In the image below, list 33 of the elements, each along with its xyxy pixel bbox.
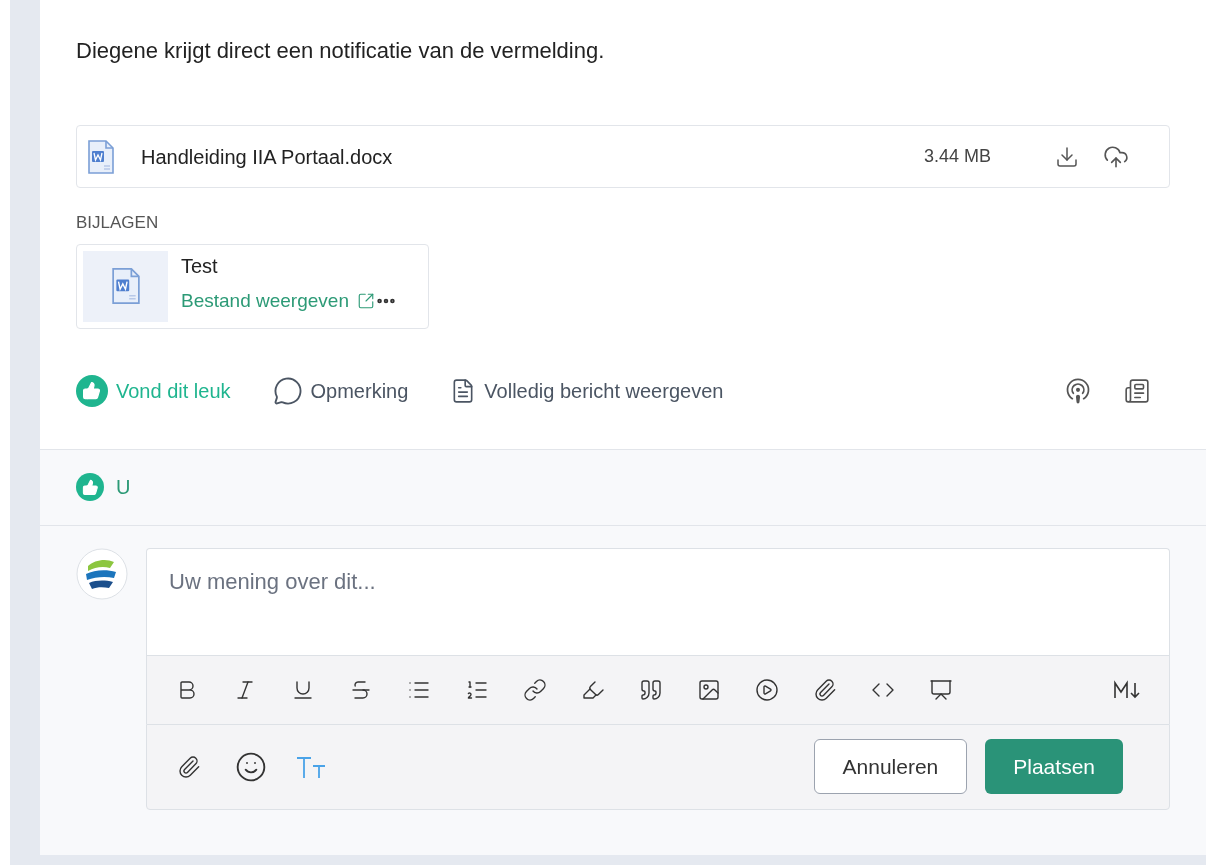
- attachment-title: Test: [181, 253, 219, 279]
- file-size: 3.44 MB: [923, 145, 991, 168]
- comment-input[interactable]: Uw mening over dit...: [146, 547, 1170, 655]
- cloud-upload-button[interactable]: [1103, 143, 1129, 170]
- view-button[interactable]: Volledig bericht weergeven: [450, 375, 724, 406]
- paperclip-button[interactable]: [177, 754, 201, 779]
- play-icon[interactable]: [755, 677, 779, 702]
- image-icon[interactable]: [697, 677, 721, 702]
- paperclip-icon[interactable]: [813, 677, 837, 702]
- file-name: Handleiding IIA Portaal.docx: [141, 144, 393, 170]
- attachments-heading: BIJLAGEN: [76, 212, 160, 234]
- emoji-button[interactable]: [235, 750, 267, 783]
- download-button[interactable]: [1055, 144, 1079, 169]
- markdown-icon[interactable]: [1113, 679, 1141, 700]
- link-icon[interactable]: [523, 677, 547, 702]
- newspaper-button[interactable]: [1124, 377, 1150, 404]
- thumbs-up-icon: [76, 473, 104, 501]
- speech-bubble-icon: [272, 375, 303, 406]
- word-document-icon: [87, 137, 115, 176]
- file-row[interactable]: Handleiding IIA Portaal.docx 3.44 MB: [76, 125, 1170, 188]
- avatar-logo-icon: [76, 547, 128, 600]
- message-text: Diegene krijgt direct een notificatie van de vermelding.: [76, 37, 606, 65]
- post-button[interactable]: Plaatsen: [985, 739, 1123, 794]
- presentation-icon[interactable]: [929, 677, 953, 702]
- external-link-icon: [356, 291, 375, 310]
- podcast-button[interactable]: [1064, 376, 1092, 405]
- word-document-icon: [110, 265, 141, 307]
- cancel-button[interactable]: Annuleren: [813, 739, 968, 794]
- comment-button[interactable]: Opmerking: [272, 375, 409, 406]
- view-file-link[interactable]: Bestand weergeven: [181, 286, 349, 315]
- likers-text: U: [116, 475, 131, 500]
- thumbs-up-icon: [76, 374, 108, 407]
- quote-icon[interactable]: [639, 677, 663, 702]
